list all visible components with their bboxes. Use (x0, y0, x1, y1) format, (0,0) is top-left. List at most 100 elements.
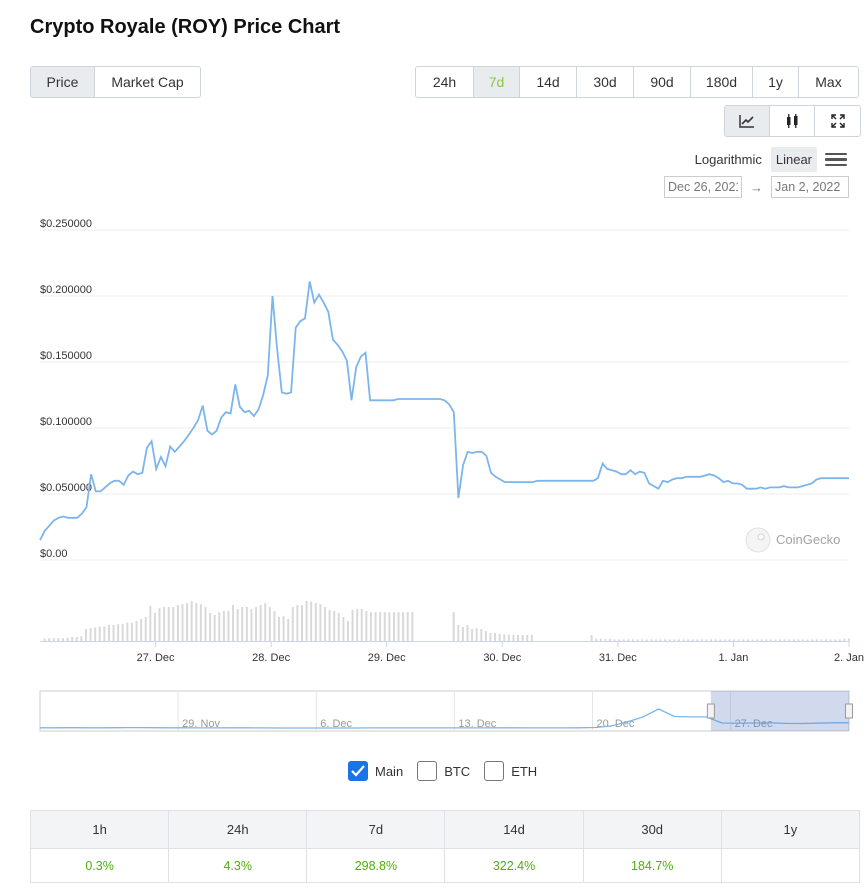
volume-bar (650, 639, 653, 641)
volume-bar (457, 625, 460, 641)
checkbox-btc[interactable] (417, 761, 438, 781)
volume-bar (140, 619, 143, 641)
series-toggles: Main BTC ETH (348, 761, 537, 781)
volume-bar (673, 639, 676, 641)
volume-bar (107, 625, 110, 641)
volume-bar (613, 639, 616, 641)
performance-value-row: 0.3% 4.3% 298.8% 322.4% 184.7% (29, 848, 861, 883)
volume-bar (94, 627, 97, 641)
price-chart: $0.00 $0.050000 $0.100000 $0.150000 $0.20000… (39, 218, 864, 732)
x-tick-label: 30. Dec (483, 652, 521, 664)
volume-bar (677, 639, 680, 641)
volume-bar (195, 603, 198, 641)
navigator-selection[interactable] (710, 691, 849, 731)
performance-table: 1h 24h 7d 14d 30d 1y 0.3% 4.3% 298.8% 32… (29, 810, 861, 883)
toggle-main-label: Main (375, 763, 404, 779)
volume-bar (834, 639, 837, 641)
volume-bar (742, 639, 745, 641)
volume-bar (176, 605, 179, 641)
volume-bar (305, 601, 308, 641)
volume-bar (737, 639, 740, 641)
volume-bar (383, 612, 386, 641)
volume-bar (250, 609, 253, 641)
checkbox-eth[interactable] (484, 761, 505, 781)
volume-bar (631, 639, 634, 641)
volume-bar (654, 639, 657, 641)
performance-value (720, 848, 861, 883)
volume-bar (209, 613, 212, 641)
volume-bar (379, 612, 382, 641)
performance-header: 1y (720, 810, 861, 849)
navigator-handle-right[interactable] (845, 703, 853, 719)
volume-bar (641, 639, 644, 641)
volume-bar (71, 637, 74, 641)
volume-bar (792, 639, 795, 641)
volume-bar (117, 624, 120, 641)
volume-bar (204, 607, 207, 641)
volume-bar (627, 639, 630, 641)
volume-bar (163, 607, 166, 641)
volume-bar (236, 609, 239, 641)
volume-bar (512, 635, 515, 641)
volume-bar (710, 639, 713, 641)
volume-bar (733, 639, 736, 641)
performance-value: 298.8% (306, 848, 446, 883)
volume-bar (172, 607, 175, 641)
volume-bar (310, 601, 313, 641)
volume-bar (43, 638, 46, 641)
volume-bar (186, 603, 189, 641)
toggle-btc-label: BTC (444, 763, 471, 779)
volume-bar (595, 638, 598, 641)
volume-bar (471, 629, 474, 641)
volume-bar (645, 639, 648, 641)
volume-bar (112, 625, 115, 641)
volume-bar (218, 612, 221, 641)
volume-bar (402, 612, 405, 641)
x-tick-label: 28. Dec (252, 652, 290, 664)
volume-bar (746, 639, 749, 641)
volume-bar (636, 639, 639, 641)
volume-bar (388, 612, 391, 641)
volume-bar (829, 639, 832, 641)
volume-bar (356, 609, 359, 641)
volume-bar (668, 639, 671, 641)
performance-header: 7d (306, 810, 446, 849)
volume-bar (494, 633, 497, 641)
volume-bar (259, 605, 262, 641)
volume-bar (815, 639, 818, 641)
volume-bar (167, 607, 170, 641)
volume-bar (406, 612, 409, 641)
volume-bar (351, 609, 354, 641)
checkbox-main[interactable] (348, 761, 368, 781)
y-tick-label: $0.150000 (40, 350, 92, 362)
volume-bar (314, 603, 317, 641)
toggle-main[interactable]: Main (348, 761, 403, 781)
volume-bar (282, 616, 285, 641)
volume-bar (723, 639, 726, 641)
performance-value: 0.3% (29, 848, 170, 883)
volume-bar (480, 629, 483, 641)
volume-bar (227, 611, 230, 641)
volume-bar (719, 639, 722, 641)
volume-bar (765, 639, 768, 641)
volume-bar (687, 639, 690, 641)
volume-bar (342, 617, 345, 641)
volume-bar (608, 639, 611, 641)
volume-bar (659, 639, 662, 641)
volume-bar (319, 604, 322, 641)
volume-bar (797, 639, 800, 641)
volume-bar (291, 607, 294, 641)
volume-bar (682, 639, 685, 641)
volume-bar (126, 622, 129, 641)
volume-bar (820, 639, 823, 641)
volume-bar (57, 638, 60, 641)
volume-bar (806, 639, 809, 641)
volume-bar (199, 604, 202, 641)
toggle-btc[interactable]: BTC (417, 761, 470, 781)
volume-bar (604, 639, 607, 641)
volume-bar (507, 634, 510, 641)
navigator-handle-left[interactable] (706, 703, 715, 719)
toggle-eth[interactable]: ETH (484, 761, 537, 781)
x-tick-label: 1. Jan (718, 652, 748, 664)
volume-bar (337, 613, 340, 641)
